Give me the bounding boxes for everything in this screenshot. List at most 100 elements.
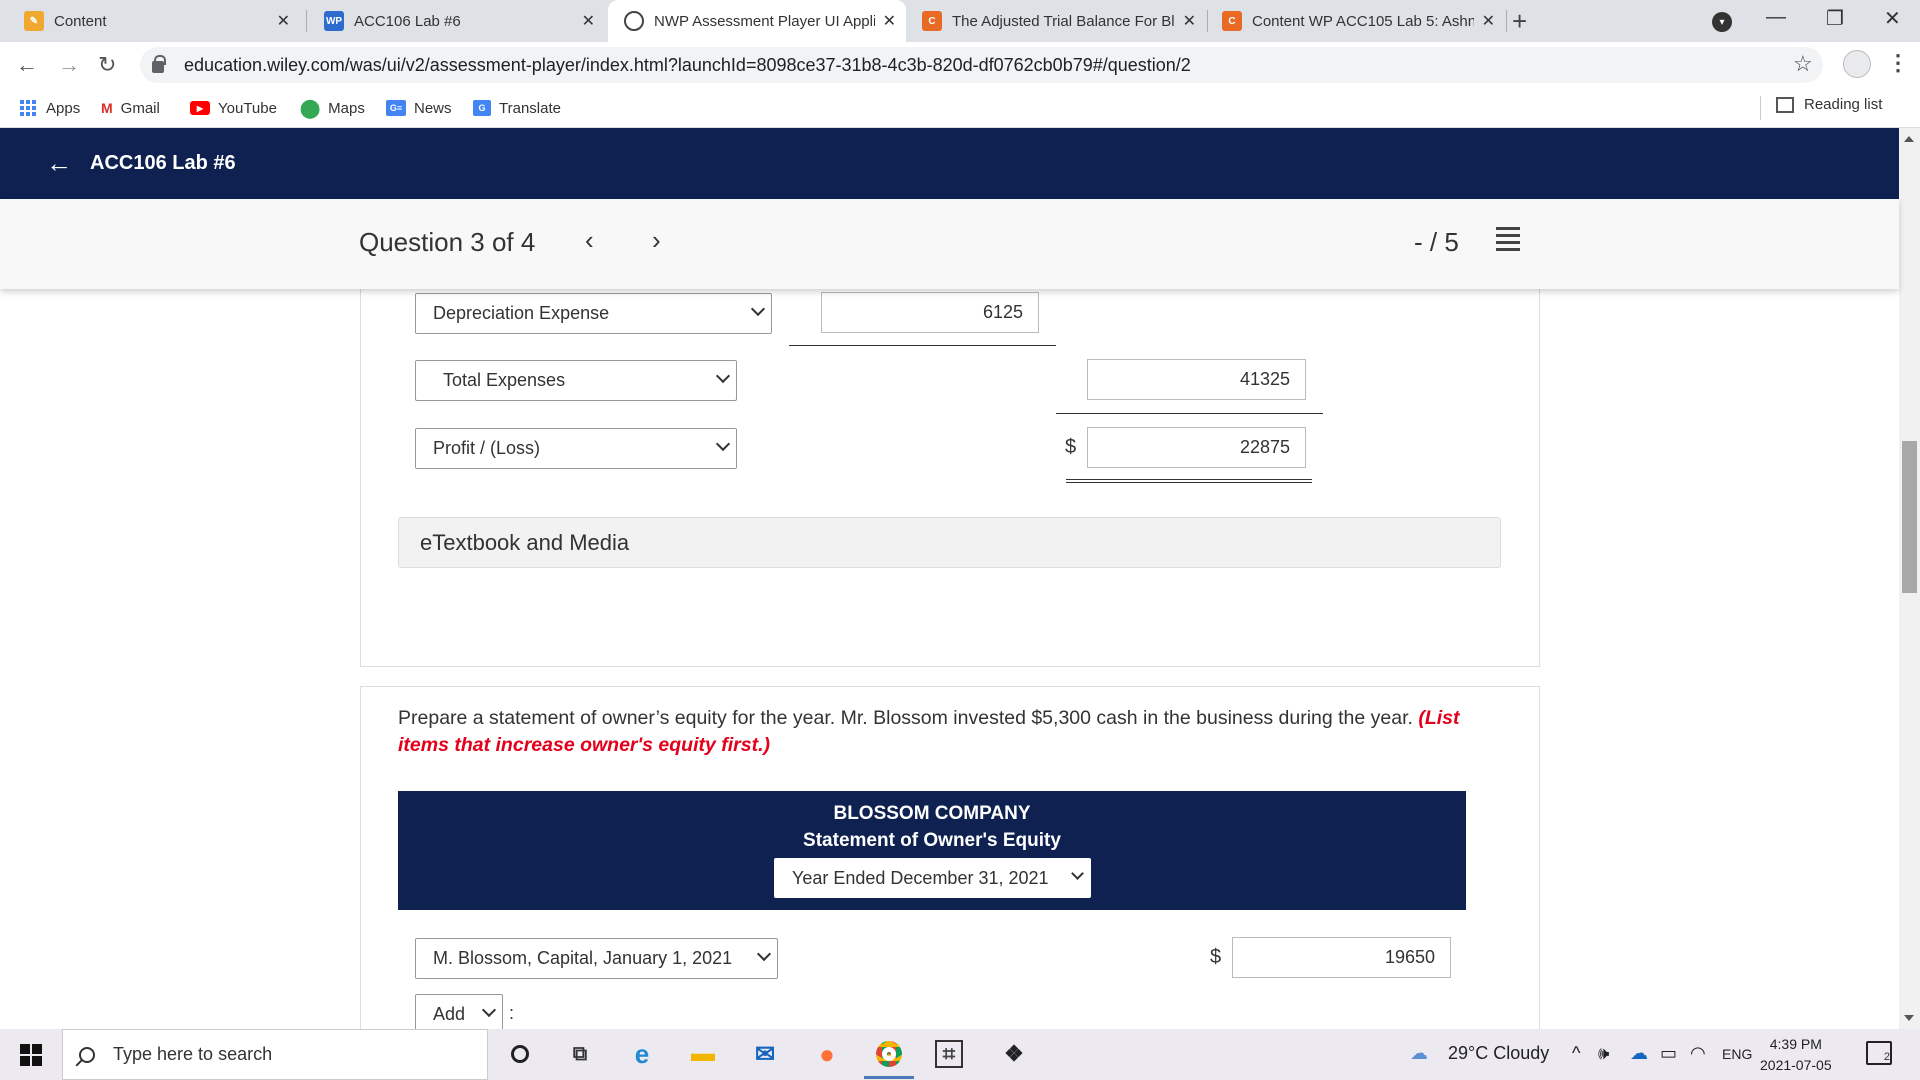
bookmark-maps[interactable]: ⬤ Maps <box>300 96 365 120</box>
bookmark-apps[interactable]: Apps <box>20 96 80 120</box>
add-colon: : <box>509 1003 515 1023</box>
statement-header: BLOSSOM COMPANY Statement of Owner's Equ… <box>398 791 1466 910</box>
chevron-down-icon <box>750 301 766 317</box>
minimize-icon[interactable]: — <box>1766 6 1786 29</box>
back-arrow-icon[interactable]: ← <box>16 52 38 78</box>
store-icon[interactable]: ⌗ <box>935 1040 963 1068</box>
browser-tab-strip: ✎ Content ✕ WP ACC106 Lab #6 ✕ NWP Asses… <box>0 0 1920 42</box>
menu-kebab-icon[interactable]: ⋮ <box>1887 50 1909 76</box>
new-tab-button[interactable]: + <box>1512 6 1527 37</box>
total-expenses-select[interactable]: Total Expenses <box>415 360 737 401</box>
chegg-icon: C <box>1222 11 1242 31</box>
chrome-icon[interactable] <box>864 1037 914 1079</box>
depreciation-expense-select[interactable]: Depreciation Expense <box>415 293 772 334</box>
taskbar-search-box[interactable]: Type here to search <box>62 1029 488 1080</box>
scroll-up-arrow-icon[interactable] <box>1904 136 1914 142</box>
weather-cloud-icon[interactable]: ☁ <box>1410 1043 1428 1064</box>
page-scrollbar[interactable] <box>1899 128 1920 1029</box>
next-question-chevron-icon[interactable]: › <box>652 225 661 256</box>
total-underline <box>1056 413 1323 414</box>
battery-icon[interactable]: ▭ <box>1660 1043 1677 1064</box>
bookmark-gmail[interactable]: M Gmail <box>101 96 160 120</box>
reading-list-button[interactable]: Reading list <box>1776 96 1882 113</box>
file-explorer-icon[interactable]: ▬ <box>686 1037 720 1071</box>
globe-icon <box>624 11 644 31</box>
windows-taskbar: Type here to search ⧉ e ▬ ✉ ● ⌗ ❖ ☁ 29°C… <box>0 1029 1920 1080</box>
tab-adjusted-trial-balance[interactable]: C The Adjusted Trial Balance For Bl ✕ <box>908 0 1206 42</box>
owners-equity-card: Prepare a statement of owner’s equity fo… <box>360 686 1540 1029</box>
close-tab-icon[interactable]: ✕ <box>277 11 290 31</box>
back-arrow-icon[interactable]: ← <box>46 148 72 179</box>
profit-loss-input[interactable]: 22875 <box>1087 427 1306 468</box>
question-nav-bar: Question 3 of 4 ‹ › - / 5 <box>0 199 1899 289</box>
question-counter: Question 3 of 4 <box>359 227 536 257</box>
assignment-title[interactable]: ACC106 Lab #6 <box>90 152 236 175</box>
tab-content[interactable]: ✎ Content ✕ <box>0 0 300 42</box>
close-window-icon[interactable]: ✕ <box>1884 6 1901 31</box>
onedrive-cloud-icon[interactable]: ☁ <box>1630 1043 1648 1064</box>
windows-start-icon[interactable] <box>20 1044 42 1066</box>
close-tab-icon[interactable]: ✕ <box>1482 11 1495 31</box>
language-indicator[interactable]: ENG <box>1722 1046 1752 1062</box>
youtube-icon: ▶ <box>190 101 210 115</box>
profit-currency-symbol: $ <box>1065 436 1077 458</box>
url-field[interactable]: education.wiley.com/was/ui/v2/assessment… <box>140 47 1823 83</box>
gmail-icon: M <box>101 100 113 116</box>
restore-icon[interactable]: ❐ <box>1826 6 1844 31</box>
company-name: BLOSSOM COMPANY <box>833 803 1031 824</box>
bookmark-star-icon[interactable]: ☆ <box>1793 51 1813 77</box>
clock[interactable]: 4:39 PM 2021-07-05 <box>1760 1034 1832 1076</box>
capital-currency-symbol: $ <box>1210 946 1222 968</box>
profile-avatar[interactable] <box>1843 50 1871 78</box>
capital-beginning-select[interactable]: M. Blossom, Capital, January 1, 2021 <box>415 938 778 979</box>
capital-beginning-input[interactable]: 19650 <box>1232 937 1451 978</box>
chevron-down-icon <box>1071 867 1084 880</box>
translate-icon: G <box>473 100 491 116</box>
bookmark-youtube[interactable]: ▶ YouTube <box>190 96 277 120</box>
chevron-down-icon <box>756 946 772 962</box>
close-tab-icon[interactable]: ✕ <box>1183 11 1196 31</box>
volume-icon[interactable]: 🕪 <box>1598 1043 1609 1064</box>
weather-text[interactable]: 29°C Cloudy <box>1448 1043 1549 1064</box>
subtotal-underline <box>789 345 1056 346</box>
income-statement-card: Depreciation Expense 6125 Total Expenses… <box>360 289 1540 667</box>
question-list-icon[interactable] <box>1496 227 1520 251</box>
period-select[interactable]: Year Ended December 31, 2021 <box>774 858 1091 898</box>
mail-icon[interactable]: ✉ <box>748 1037 782 1071</box>
firefox-icon[interactable]: ● <box>810 1037 844 1071</box>
profit-loss-select[interactable]: Profit / (Loss) <box>415 428 737 469</box>
forward-arrow-icon[interactable]: → <box>58 52 80 78</box>
cortana-icon[interactable] <box>503 1037 537 1071</box>
edge-icon[interactable]: e <box>625 1037 659 1071</box>
bookmark-translate[interactable]: G Translate <box>473 96 561 120</box>
bookmarks-divider <box>1760 96 1761 120</box>
show-hidden-icons-chevron-icon[interactable]: ^ <box>1572 1043 1580 1064</box>
dropbox-icon[interactable]: ❖ <box>997 1037 1031 1071</box>
chevron-down-icon <box>715 368 731 384</box>
depreciation-expense-input[interactable]: 6125 <box>821 292 1039 333</box>
tab-separator <box>1506 10 1507 32</box>
tab-search-icon[interactable]: ▾ <box>1712 12 1732 32</box>
previous-question-chevron-icon[interactable]: ‹ <box>585 225 594 256</box>
scrollbar-thumb[interactable] <box>1902 441 1917 593</box>
bookmark-news[interactable]: G≡ News <box>386 96 452 120</box>
close-tab-icon[interactable]: ✕ <box>582 11 595 31</box>
close-tab-icon[interactable]: ✕ <box>883 11 896 31</box>
task-view-icon[interactable]: ⧉ <box>563 1037 597 1071</box>
wifi-icon[interactable]: ◠ <box>1690 1043 1706 1064</box>
app-header: ← ACC106 Lab #6 <box>0 128 1899 199</box>
reload-icon[interactable]: ↻ <box>98 52 116 78</box>
tab-acc106[interactable]: WP ACC106 Lab #6 ✕ <box>300 0 605 42</box>
tab-content-wp-acc105[interactable]: C Content WP ACC105 Lab 5: Ashn ✕ <box>1208 0 1505 42</box>
etextbook-media-panel[interactable]: eTextbook and Media <box>398 517 1501 568</box>
notification-center-icon[interactable]: 2 <box>1866 1041 1892 1065</box>
apps-grid-icon <box>20 100 36 116</box>
question-instruction: Prepare a statement of owner’s equity fo… <box>398 707 1460 756</box>
tab-nwp-assessment[interactable]: NWP Assessment Player UI Appli ✕ <box>608 0 906 42</box>
lock-icon <box>152 55 166 73</box>
reading-list-icon <box>1776 96 1794 113</box>
scroll-down-arrow-icon[interactable] <box>1904 1015 1914 1021</box>
add-select[interactable]: Add <box>415 994 503 1029</box>
total-expenses-input[interactable]: 41325 <box>1087 359 1306 400</box>
chegg-icon: C <box>922 11 942 31</box>
